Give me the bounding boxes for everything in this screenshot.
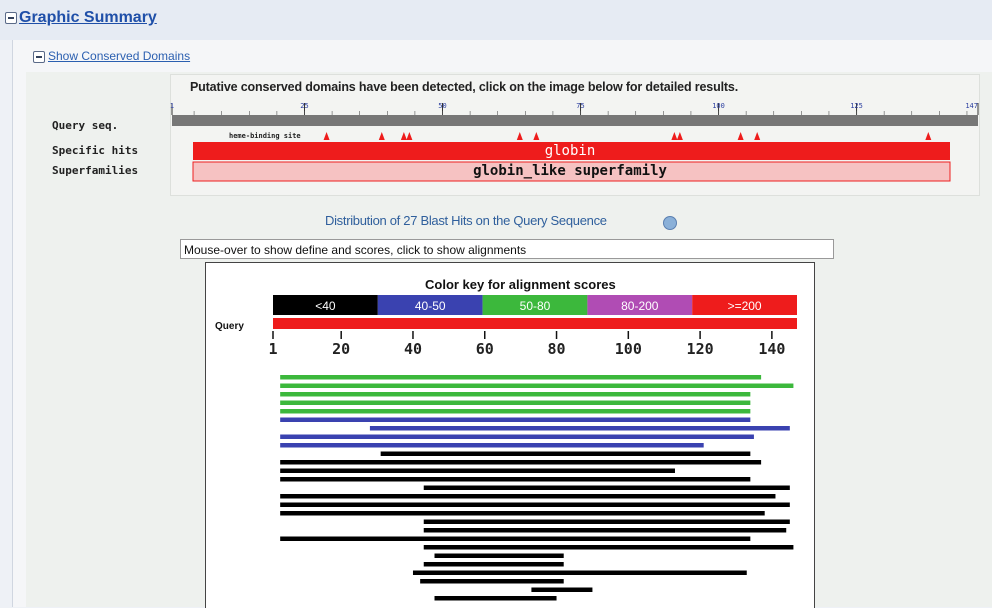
query-axis-tick-label: 80 (548, 340, 566, 358)
color-key-label: <40 (315, 299, 336, 313)
color-key-label: 50-80 (520, 299, 551, 313)
blast-hit-bar (434, 553, 564, 558)
blast-hit-bar (280, 468, 675, 473)
color-key-label: >=200 (728, 299, 762, 313)
blast-hit-bar (280, 502, 790, 507)
blast-hit-bar (531, 587, 593, 592)
blast-hit-bar (280, 383, 794, 388)
blast-hit-bar (423, 528, 787, 533)
blast-hit-bar (423, 545, 794, 550)
query-axis-tick-label: 40 (404, 340, 422, 358)
blast-hit-bar (420, 579, 564, 584)
blast-hit-bar (280, 536, 751, 541)
blast-hit-bar (280, 434, 754, 439)
blast-hit-bar (280, 494, 776, 499)
query-axis-label: Query (215, 321, 244, 332)
blast-hit-bar (423, 519, 790, 524)
query-axis-bar (273, 318, 797, 329)
query-axis-tick-label: 100 (615, 340, 642, 358)
blast-hit-bar (434, 596, 557, 601)
query-axis-tick-label: 120 (687, 340, 714, 358)
blast-hit-bar (280, 511, 765, 516)
blast-hit-bar (380, 451, 751, 456)
query-axis-tick-label: 1 (268, 340, 277, 358)
blast-hit-bar (280, 417, 751, 422)
blast-hit-bar (412, 570, 747, 575)
query-axis-tick-label: 20 (332, 340, 350, 358)
blast-hit-bar (280, 400, 751, 405)
blast-hit-bar (280, 375, 762, 380)
blast-hit-bar (280, 409, 751, 414)
query-axis-tick-label: 140 (758, 340, 785, 358)
blast-hit-bar (280, 392, 751, 397)
blast-hit-bar (280, 443, 704, 448)
blast-hit-bar (280, 460, 762, 465)
blast-hit-bar (423, 562, 564, 567)
query-axis-tick-label: 60 (476, 340, 494, 358)
blast-hits-svg[interactable]: <40 40-50 50-80 80-200 >=200Query1 20 40 60 80 10… (0, 0, 992, 607)
blast-hit-bar (369, 426, 790, 431)
blast-hit-bar (423, 485, 790, 490)
color-key-label: 80-200 (621, 299, 659, 313)
color-key-label: 40-50 (415, 299, 446, 313)
blast-hit-bar (280, 477, 751, 482)
